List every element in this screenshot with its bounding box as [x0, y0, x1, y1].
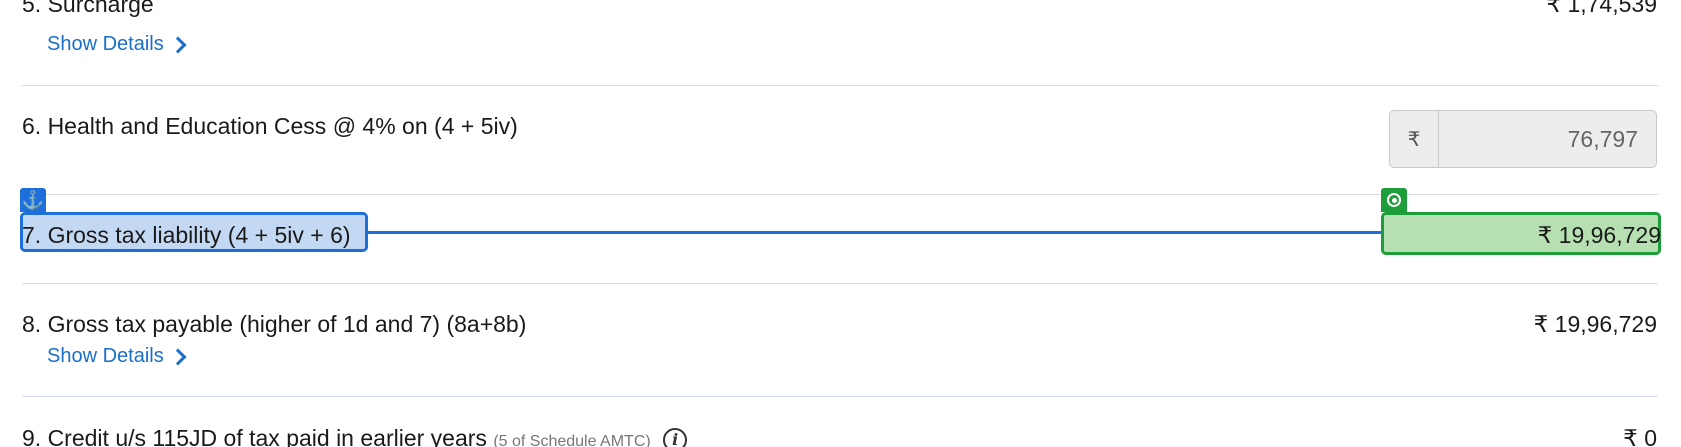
target-icon [1381, 188, 1407, 212]
gross-payable-label: 8. Gross tax payable (higher of 1d and 7… [22, 311, 527, 337]
info-icon[interactable]: i [663, 427, 688, 447]
chevron-right-icon [169, 36, 187, 53]
divider [22, 85, 1658, 86]
rupee-symbol: ₹ [1390, 111, 1439, 167]
surcharge-amount: ₹ 1,74,539 [1546, 0, 1657, 17]
divider [22, 194, 1658, 195]
divider [22, 396, 1658, 397]
cess-amount-field[interactable]: ₹ 76,797 [1389, 110, 1657, 168]
surcharge-show-details-link[interactable]: Show Details [47, 32, 187, 56]
gross-liability-label: 7. Gross tax liability (4 + 5iv + 6) [22, 222, 351, 248]
surcharge-label: 5. Surcharge [22, 0, 154, 17]
chevron-right-icon [169, 348, 187, 365]
cess-amount-value: 76,797 [1567, 125, 1638, 152]
show-details-label: Show Details [47, 33, 164, 55]
anchor-icon: ⚓ [20, 188, 46, 212]
divider [22, 283, 1658, 284]
credit-label: 9. Credit u/s 115JD of tax paid in earli… [22, 425, 487, 447]
credit-note: (5 of Schedule AMTC) [493, 433, 651, 447]
cess-label: 6. Health and Education Cess @ 4% on (4 … [22, 113, 518, 139]
show-details-label: Show Details [47, 345, 164, 367]
credit-amount: ₹ 0 [1623, 425, 1657, 447]
connector-line [368, 231, 1381, 234]
credit-label-row: 9. Credit u/s 115JD of tax paid in earli… [22, 424, 688, 447]
gross-payable-amount: ₹ 19,96,729 [1533, 311, 1657, 337]
tax-computation-panel: 5. Surcharge ₹ 1,74,539 Show Details 6. … [0, 0, 1681, 447]
gross-payable-show-details-link[interactable]: Show Details [47, 344, 187, 368]
gross-liability-amount: ₹ 19,96,729 [1537, 222, 1661, 248]
